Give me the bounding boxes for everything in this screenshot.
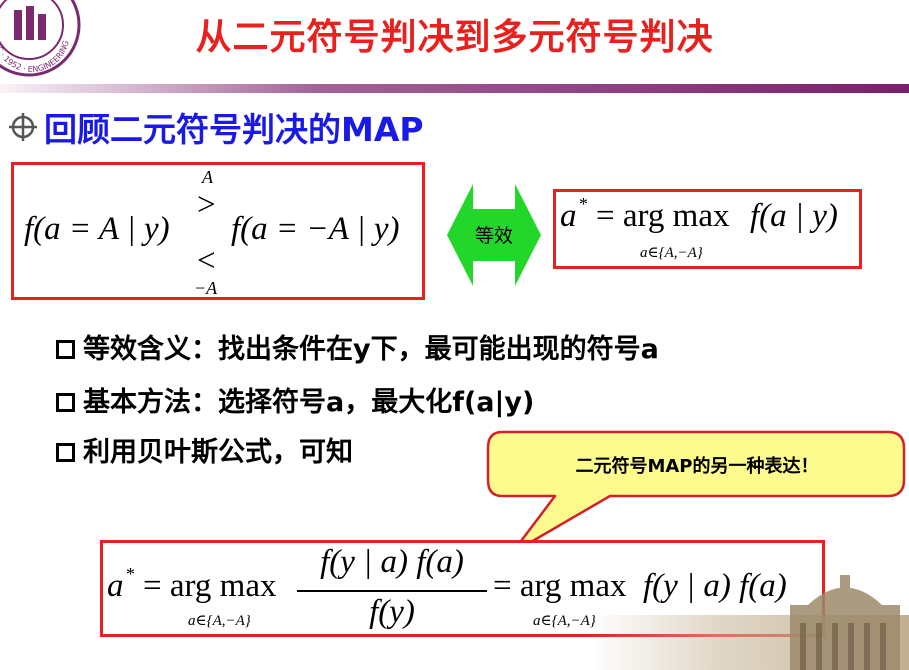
formula-lhs: f(a = A | y) (24, 211, 170, 247)
callout-text: 二元符号MAP的另一种表达！ (575, 456, 819, 477)
bullet-text: 基本方法：选择符号a，最大化f(a|y) (83, 387, 535, 418)
square-bullet-icon (56, 393, 75, 412)
bayes-subscript-2: a∈{A,−A} (533, 613, 596, 629)
fraction-bar (297, 590, 487, 592)
slide-title: 从二元符号判决到多元符号判决 (195, 17, 714, 58)
crosshair-bullet-icon (9, 113, 37, 141)
formula-rhs: f(a = −A | y) (231, 211, 400, 247)
section-heading: 回顾二元符号判决的MAP (44, 110, 424, 149)
square-bullet-icon (56, 443, 75, 462)
argmax-lhs: a (560, 198, 577, 234)
argmax-argument: f(a | y) (750, 198, 838, 234)
bullet-equivalent-meaning: 等效含义：找出条件在y下，最可能出现的符号a (56, 327, 659, 366)
argmax-formula-box: a * = arg max f(a | y) a∈{A,−A} (553, 189, 862, 269)
bullet-bayes: 利用贝叶斯公式，可知 (56, 430, 353, 469)
header-rule (0, 84, 909, 93)
bayes-lhs: a (107, 568, 124, 604)
less-symbol: < (197, 243, 216, 279)
argmax-subscript: a∈{A,−A} (640, 245, 703, 261)
bayes-subscript-1: a∈{A,−A} (188, 613, 251, 629)
upper-decision-label: A (202, 167, 213, 187)
bullet-text: 利用贝叶斯公式，可知 (83, 437, 353, 468)
square-bullet-icon (56, 340, 75, 359)
campus-building-image (590, 575, 909, 670)
bayes-denominator: f(y) (369, 594, 415, 630)
binary-map-formula-box: f(a = A | y) A > < −A f(a = −A | y) (11, 162, 425, 300)
equivalence-label: 等效 (474, 225, 513, 247)
bullet-text: 等效含义：找出条件在y下，最可能出现的符号a (83, 334, 659, 365)
lower-decision-label: −A (194, 278, 218, 298)
bullet-basic-method: 基本方法：选择符号a，最大化f(a|y) (56, 380, 534, 419)
bayes-star: * (126, 564, 135, 584)
argmax-operator: = arg max (596, 198, 730, 234)
greater-symbol: > (197, 187, 216, 223)
argmax-star: * (579, 194, 588, 214)
bayes-numerator: f(y | a) f(a) (320, 544, 464, 580)
bayes-operator-1: = arg max (143, 568, 277, 604)
